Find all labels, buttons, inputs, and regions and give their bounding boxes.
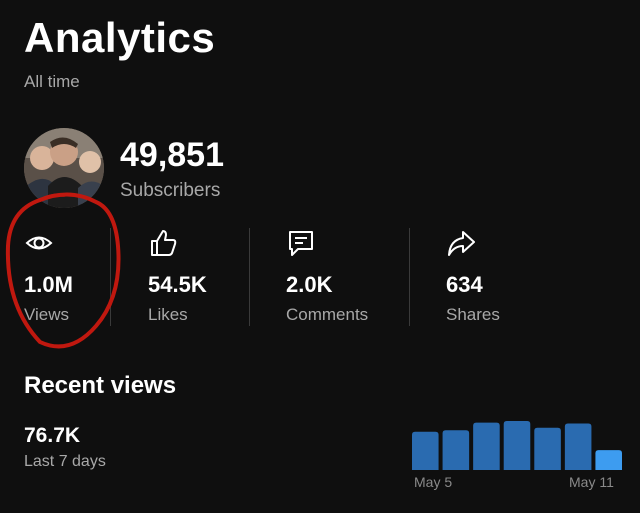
stat-comments[interactable]: 2.0K Comments (286, 228, 416, 324)
recent-views-period: Last 7 days (24, 453, 106, 470)
recent-views-title: Recent views (24, 372, 177, 399)
stat-comments-value: 2.0K (286, 272, 333, 297)
subscriber-label: Subscribers (120, 180, 221, 201)
stat-likes-value: 54.5K (148, 272, 207, 297)
red-annotation-circle (5, 192, 121, 349)
page-title: Analytics (24, 14, 216, 61)
stat-likes[interactable]: 54.5K Likes (148, 228, 278, 324)
comment-icon (289, 231, 313, 256)
share-icon (448, 231, 475, 256)
stat-divider (409, 228, 410, 326)
stat-divider (249, 228, 250, 326)
chart-axis-end: May 11 (569, 474, 614, 490)
stat-shares-label: Shares (446, 305, 500, 324)
stat-likes-label: Likes (148, 305, 188, 324)
recent-views-chart[interactable] (412, 418, 622, 470)
chart-bar (412, 431, 439, 470)
chart-bar (442, 430, 470, 470)
chart-axis-start: May 5 (414, 474, 453, 490)
chart-bar (564, 423, 592, 470)
chart-bar (473, 422, 500, 470)
thumbs-up-icon (151, 230, 177, 256)
chart-bar (534, 427, 561, 470)
page-subtitle: All time (24, 72, 80, 91)
subscriber-count: 49,851 (120, 136, 224, 174)
recent-views-value: 76.7K (24, 424, 81, 447)
stat-comments-label: Comments (286, 305, 369, 324)
stat-shares-value: 634 (446, 272, 483, 297)
chart-bar (595, 450, 622, 470)
chart-bar (503, 421, 531, 470)
stat-shares[interactable]: 634 Shares (446, 228, 576, 324)
